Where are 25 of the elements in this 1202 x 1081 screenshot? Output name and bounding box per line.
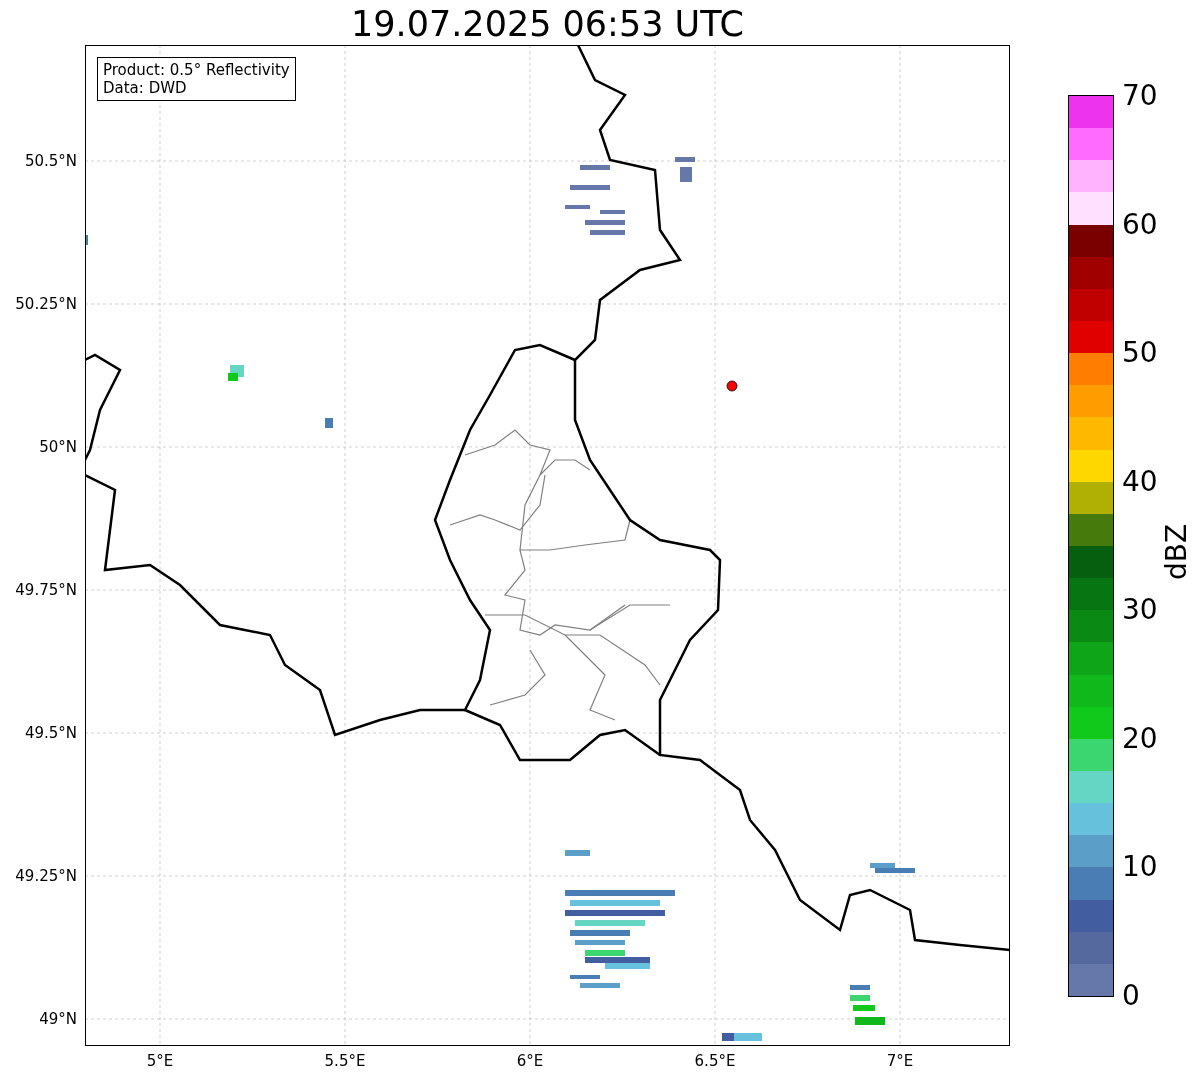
info-text: Product: 0.5° Reflectivity	[103, 61, 290, 79]
colorbar-tick-label: 10	[1122, 850, 1158, 885]
x-tick-label: 6°E	[516, 1052, 544, 1070]
x-tick-label: 5°E	[146, 1052, 174, 1070]
colorbar-tick-label: 70	[1122, 79, 1158, 113]
colorbar-tick-label: 20	[1122, 721, 1158, 756]
colorbar-tick-label: 40	[1122, 464, 1158, 499]
info-text: Data: DWD	[103, 79, 188, 97]
x-tick-label: 6.5°E	[694, 1052, 736, 1070]
colorbar-label: dBZ	[1160, 523, 1194, 580]
chart-title: 19.07.2025 06:53 UTC	[350, 4, 745, 44]
colorbar-tick-label: 60	[1122, 207, 1158, 242]
y-tick-label: 50°N	[39, 438, 77, 456]
y-tick-label: 49.75°N	[15, 581, 77, 599]
location-marker	[726, 380, 738, 392]
y-tick-label: 50.5°N	[24, 152, 77, 170]
colorbar-tick-label: 30	[1122, 593, 1158, 628]
x-tick-label: 5.5°E	[324, 1052, 366, 1070]
colorbar-tick-label: 0	[1122, 979, 1140, 1013]
y-tick-label: 50.25°N	[15, 295, 77, 313]
y-tick-label: 49°N	[39, 1010, 77, 1028]
x-tick-label: 7°E	[886, 1052, 914, 1070]
y-tick-label: 49.25°N	[15, 867, 77, 885]
y-tick-label: 49.5°N	[24, 724, 77, 742]
colorbar-tick-label: 50	[1122, 336, 1158, 371]
